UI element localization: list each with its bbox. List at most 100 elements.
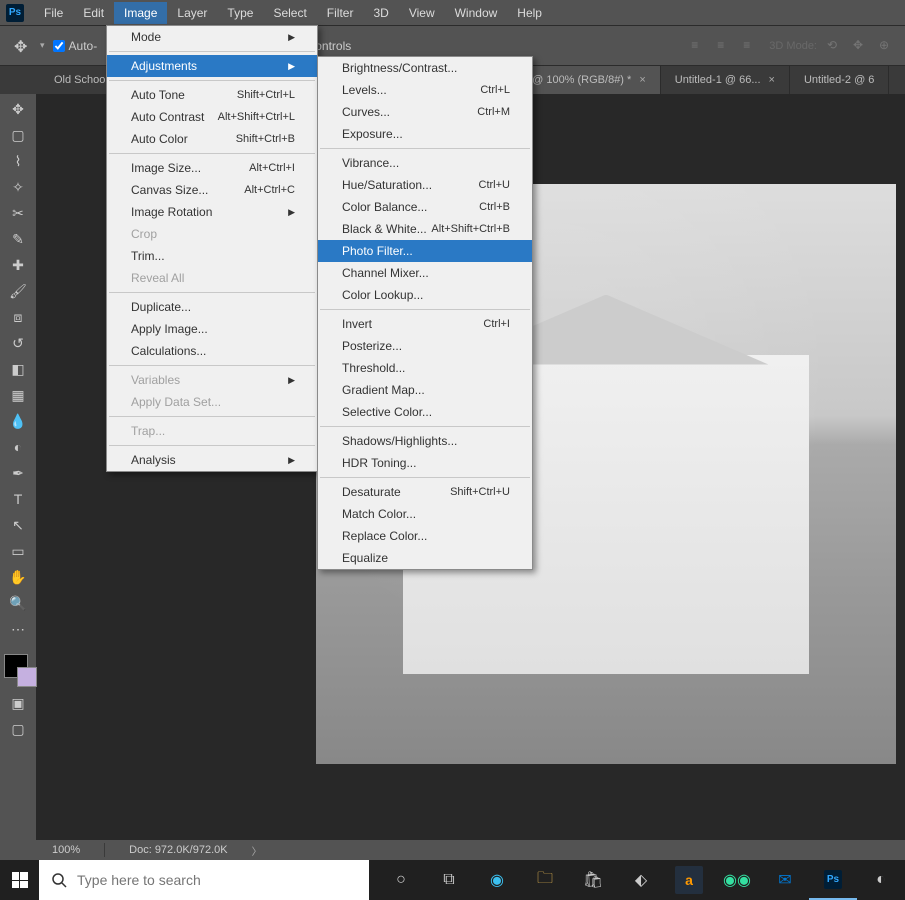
menu-layer[interactable]: Layer	[167, 2, 217, 24]
dropbox-icon[interactable]: ⬖	[617, 860, 665, 900]
zoom-icon[interactable]: ⊕	[879, 38, 895, 54]
adjustments-item-hue-saturation[interactable]: Hue/Saturation...Ctrl+U	[318, 174, 532, 196]
pan-icon[interactable]: ✥	[853, 38, 869, 54]
move-tool[interactable]: ✥	[2, 96, 34, 122]
image-menu-item-image-size[interactable]: Image Size...Alt+Ctrl+I	[107, 157, 317, 179]
image-menu-item-image-rotation[interactable]: Image Rotation▶	[107, 201, 317, 223]
menu-file[interactable]: File	[34, 2, 73, 24]
image-menu-item-calculations[interactable]: Calculations...	[107, 340, 317, 362]
adjustments-item-color-lookup[interactable]: Color Lookup...	[318, 284, 532, 306]
move-tool-icon[interactable]	[14, 37, 32, 55]
menu-select[interactable]: Select	[263, 2, 316, 24]
image-menu-item-auto-tone[interactable]: Auto ToneShift+Ctrl+L	[107, 84, 317, 106]
adjustments-item-posterize[interactable]: Posterize...	[318, 335, 532, 357]
explorer-icon[interactable]: 🗀	[521, 860, 569, 900]
screenmode-tool[interactable]: ▢	[2, 716, 34, 742]
menu-image[interactable]: Image	[114, 2, 167, 24]
color-swatches[interactable]	[4, 648, 32, 676]
edit-toolbar[interactable]: ⋯	[2, 616, 34, 642]
close-icon[interactable]: ×	[769, 74, 775, 86]
task-view-icon[interactable]: ⧉	[425, 860, 473, 900]
image-menu-item-duplicate[interactable]: Duplicate...	[107, 296, 317, 318]
adjustments-item-curves[interactable]: Curves...Ctrl+M	[318, 101, 532, 123]
type-tool[interactable]: T	[2, 486, 34, 512]
history-brush-tool[interactable]: ↺	[2, 330, 34, 356]
pen-tool[interactable]: ✒	[2, 460, 34, 486]
adjustments-item-equalize[interactable]: Equalize	[318, 547, 532, 569]
image-menu-item-auto-color[interactable]: Auto ColorShift+Ctrl+B	[107, 128, 317, 150]
rectangle-tool[interactable]: ▭	[2, 538, 34, 564]
dropdown-caret-icon[interactable]: ▾	[40, 40, 45, 51]
align-icon-2[interactable]: ≡	[717, 38, 733, 54]
menu-type[interactable]: Type	[217, 2, 263, 24]
doc-info[interactable]: Doc: 972.0K/972.0K	[129, 844, 227, 856]
image-menu-item-mode[interactable]: Mode▶	[107, 26, 317, 48]
adjustments-item-photo-filter[interactable]: Photo Filter...	[318, 240, 532, 262]
zoom-level[interactable]: 100%	[52, 844, 80, 856]
auto-select-checkbox[interactable]: Auto-	[53, 39, 98, 53]
adjustments-item-channel-mixer[interactable]: Channel Mixer...	[318, 262, 532, 284]
hand-tool[interactable]: ✋	[2, 564, 34, 590]
menu-window[interactable]: Window	[445, 2, 508, 24]
adjustments-item-exposure[interactable]: Exposure...	[318, 123, 532, 145]
adjustments-item-brightness-contrast[interactable]: Brightness/Contrast...	[318, 57, 532, 79]
brush-tool[interactable]: 🖌	[2, 278, 34, 304]
adjustments-item-threshold[interactable]: Threshold...	[318, 357, 532, 379]
auto-select-input[interactable]	[53, 40, 65, 52]
store-icon[interactable]: 🛍	[569, 860, 617, 900]
menu-edit[interactable]: Edit	[73, 2, 114, 24]
status-arrow-icon[interactable]: 〉	[252, 843, 262, 858]
search-input[interactable]	[77, 872, 369, 888]
adjustments-item-vibrance[interactable]: Vibrance...	[318, 152, 532, 174]
edge-icon[interactable]: ◉	[473, 860, 521, 900]
path-selection-tool[interactable]: ↖	[2, 512, 34, 538]
adjustments-item-color-balance[interactable]: Color Balance...Ctrl+B	[318, 196, 532, 218]
foreground-color[interactable]	[4, 654, 28, 678]
doctab-2[interactable]: Untitled-1 @ 66... ×	[661, 66, 790, 94]
close-icon[interactable]: ×	[639, 74, 645, 86]
start-button[interactable]	[0, 860, 39, 900]
menu-3d[interactable]: 3D	[363, 2, 398, 24]
tripadvisor-icon[interactable]: ◉◉	[713, 860, 761, 900]
taskbar-search[interactable]	[39, 860, 369, 900]
dodge-tool[interactable]: ◐	[2, 434, 34, 460]
image-menu-item-adjustments[interactable]: Adjustments▶	[107, 55, 317, 77]
eraser-tool[interactable]: ◧	[2, 356, 34, 382]
marquee-tool[interactable]: ▢	[2, 122, 34, 148]
adjustments-item-desaturate[interactable]: DesaturateShift+Ctrl+U	[318, 481, 532, 503]
adjustments-item-shadows-highlights[interactable]: Shadows/Highlights...	[318, 430, 532, 452]
gradient-tool[interactable]: ▦	[2, 382, 34, 408]
adjustments-item-selective-color[interactable]: Selective Color...	[318, 401, 532, 423]
menu-filter[interactable]: Filter	[317, 2, 364, 24]
cortana-icon[interactable]: ○	[377, 860, 425, 900]
orbit-icon[interactable]: ⟲	[827, 38, 843, 54]
clone-stamp-tool[interactable]: ⧈	[2, 304, 34, 330]
crop-tool[interactable]: ✂	[2, 200, 34, 226]
magic-wand-tool[interactable]: ✧	[2, 174, 34, 200]
adjustments-item-levels[interactable]: Levels...Ctrl+L	[318, 79, 532, 101]
menu-view[interactable]: View	[399, 2, 445, 24]
align-icon-3[interactable]: ≡	[743, 38, 759, 54]
zoom-tool[interactable]: 🔍	[2, 590, 34, 616]
image-menu-item-canvas-size[interactable]: Canvas Size...Alt+Ctrl+C	[107, 179, 317, 201]
adjustments-item-hdr-toning[interactable]: HDR Toning...	[318, 452, 532, 474]
background-color[interactable]	[17, 667, 37, 687]
photoshop-taskbar-icon[interactable]: Ps	[809, 860, 857, 900]
mail-icon[interactable]: ✉	[761, 860, 809, 900]
doctab-3[interactable]: Untitled-2 @ 6	[790, 66, 889, 94]
image-menu-item-auto-contrast[interactable]: Auto ContrastAlt+Shift+Ctrl+L	[107, 106, 317, 128]
adjustments-item-black-white[interactable]: Black & White...Alt+Shift+Ctrl+B	[318, 218, 532, 240]
amazon-icon[interactable]: a	[675, 866, 703, 894]
chrome-icon[interactable]: ◐	[857, 860, 905, 900]
lasso-tool[interactable]: ⌇	[2, 148, 34, 174]
quickmask-tool[interactable]: ▣	[2, 690, 34, 716]
image-menu-item-trim[interactable]: Trim...	[107, 245, 317, 267]
align-icon[interactable]: ≡	[691, 38, 707, 54]
menu-help[interactable]: Help	[507, 2, 552, 24]
adjustments-item-replace-color[interactable]: Replace Color...	[318, 525, 532, 547]
blur-tool[interactable]: 💧	[2, 408, 34, 434]
adjustments-item-match-color[interactable]: Match Color...	[318, 503, 532, 525]
eyedropper-tool[interactable]: ✎	[2, 226, 34, 252]
adjustments-item-gradient-map[interactable]: Gradient Map...	[318, 379, 532, 401]
image-menu-item-analysis[interactable]: Analysis▶	[107, 449, 317, 471]
